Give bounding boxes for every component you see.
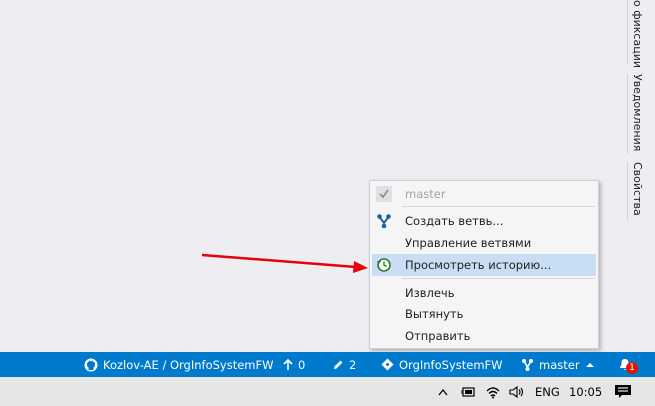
menu-item-label: Отправить <box>405 329 471 343</box>
taskbar: ENG 10:05 <box>0 377 655 406</box>
branch-button[interactable]: master <box>521 352 600 377</box>
menu-item-label: Извлечь <box>405 286 455 300</box>
battery-plug-icon <box>461 386 475 397</box>
menu-item-view-history[interactable]: Просмотреть историю... <box>372 254 596 276</box>
menu-separator <box>402 206 595 207</box>
menu-item-manage-branches[interactable]: Управление ветвями <box>372 232 596 254</box>
git-diamond-icon <box>381 358 394 371</box>
branch-context-menu: master Создать ветвь... Управление ветвя… <box>369 180 599 349</box>
clock-time: 10:05 <box>569 384 603 399</box>
unpushed-count: 0 <box>298 357 306 372</box>
menu-item-pull[interactable]: Вытянуть <box>372 303 596 325</box>
branch-icon <box>376 213 392 229</box>
menu-item-label: Просмотреть историю... <box>405 258 552 272</box>
notification-badge: 1 <box>626 362 638 374</box>
menu-item-current-branch: master <box>372 183 596 205</box>
repo-status-button[interactable]: Kozlov-AE / OrgInfoSystemFW <box>84 352 274 377</box>
speaker-icon <box>509 385 524 398</box>
project-button[interactable]: OrgInfoSystemFW <box>381 352 503 377</box>
clock-button[interactable]: 10:05 <box>569 377 602 406</box>
branch-icon <box>522 359 533 371</box>
history-icon <box>376 257 392 273</box>
github-icon <box>84 358 98 371</box>
pencil-icon <box>334 360 343 369</box>
notifications-button[interactable]: 1 <box>617 352 640 377</box>
changes-count: 2 <box>349 357 357 372</box>
status-bar: Kozlov-AE / OrgInfoSystemFW 0 2 OrgInfoS… <box>0 352 655 377</box>
show-hidden-icons-button[interactable] <box>438 377 448 406</box>
wifi-icon <box>486 386 500 398</box>
action-center-icon <box>615 384 631 398</box>
menu-item-fetch[interactable]: Извлечь <box>372 282 596 304</box>
menu-item-label: Вытянуть <box>405 307 464 321</box>
menu-separator <box>402 278 595 279</box>
branch-name: master <box>539 357 580 372</box>
battery-button[interactable] <box>460 377 476 406</box>
menu-item-label: master <box>405 187 446 201</box>
volume-button[interactable] <box>509 377 525 406</box>
action-center-button[interactable] <box>614 377 632 406</box>
repo-name: Kozlov-AE / OrgInfoSystemFW <box>103 357 274 372</box>
caret-up-icon <box>585 362 594 367</box>
menu-item-label: Создать ветвь... <box>405 214 504 228</box>
arrow-up-icon <box>283 358 293 370</box>
menu-item-push[interactable]: Отправить <box>372 325 596 347</box>
project-name: OrgInfoSystemFW <box>399 357 503 372</box>
input-language-button[interactable]: ENG <box>535 377 560 406</box>
check-icon <box>376 186 392 202</box>
menu-item-create-branch[interactable]: Создать ветвь... <box>372 210 596 232</box>
chevron-up-icon <box>438 388 448 395</box>
unpushed-commits-button[interactable]: 0 <box>283 352 305 377</box>
language-label: ENG <box>535 384 560 399</box>
pending-changes-button[interactable]: 2 <box>332 352 356 377</box>
network-button[interactable] <box>485 377 501 406</box>
menu-item-label: Управление ветвями <box>405 236 532 250</box>
